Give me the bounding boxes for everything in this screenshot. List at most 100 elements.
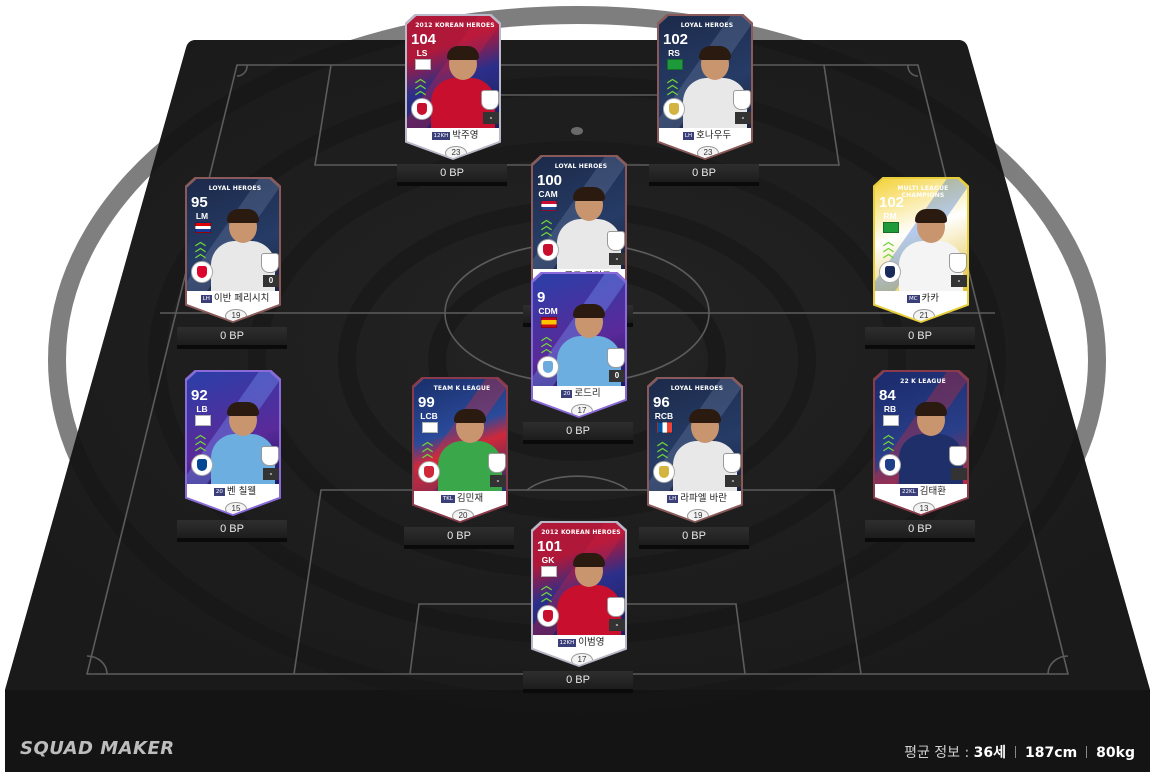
player-card-lcb[interactable]: TEAM K LEAGUE 99 LCB ︿ ︿ ︿ - TKL 김민재 20 0 B…: [404, 377, 514, 549]
footer-average-stats: 평균 정보 : 36세 187cm 80kg: [904, 742, 1135, 762]
player-name-row: LH 이반 페리시치: [187, 293, 279, 305]
card-season-title: 22 K LEAGUE: [900, 378, 946, 385]
bp-bar-shadow: [397, 182, 507, 186]
season-icon: LH: [667, 495, 679, 503]
position-label: GK: [541, 555, 555, 565]
player-name: 이범영: [578, 637, 605, 648]
upgrade-chevron-icon: ︿ ︿ ︿: [195, 428, 206, 453]
nation-flag-icon: [883, 415, 899, 426]
bp-value-bar: 0 BP: [865, 520, 975, 538]
overall-rating: 100: [537, 172, 563, 189]
bp-bar-shadow: [523, 689, 633, 693]
upgrade-chevron-icon: ︿ ︿ ︿: [883, 235, 894, 260]
national-team-badge-icon: [607, 231, 625, 251]
player-card-rb[interactable]: 22 K LEAGUE 84 RB ︿ ︿ ︿ 22KL 김태환 13 0 BP: [865, 370, 975, 542]
club-badge-icon: [653, 461, 675, 483]
season-icon: MC: [906, 295, 920, 303]
player-photo: 9 CDM ︿ ︿ ︿ 0: [533, 274, 625, 386]
average-weight: 80kg: [1096, 745, 1135, 761]
season-icon: LH: [200, 295, 212, 303]
upgrade-chevron-icon: ︿ ︿ ︿: [541, 579, 552, 604]
player-card-cdm[interactable]: 9 CDM ︿ ︿ ︿ 0 20 로드리 17 0 BP: [523, 272, 633, 444]
season-icon: TKL: [440, 495, 455, 503]
card-season-title: LOYAL HEROES: [670, 385, 724, 392]
nation-flag-icon: [667, 59, 683, 70]
player-card-gk[interactable]: 2012 KOREAN HEROES 101 GK ︿ ︿ ︿ - 12KH 이범영 …: [523, 521, 633, 693]
salary-badge: 21: [913, 309, 935, 321]
upgrade-chevron-icon: ︿ ︿ ︿: [422, 435, 433, 460]
enhance-level: -: [483, 112, 499, 124]
nation-flag-icon: [195, 415, 211, 426]
upgrade-chevron-icon: ︿ ︿ ︿: [415, 72, 426, 97]
bp-value-bar: 0 BP: [649, 164, 759, 182]
position-label: LM: [195, 211, 209, 221]
club-badge-icon: [191, 261, 213, 283]
season-icon: 20: [213, 488, 225, 496]
position-label: LB: [196, 404, 208, 414]
player-card-lm[interactable]: LOYAL HEROES 95 LM ︿ ︿ ︿ 0 LH 이반 페리시치 19 0 …: [177, 177, 287, 349]
national-team-badge-icon: [481, 90, 499, 110]
player-name-row: 12KH 이범영: [533, 637, 625, 649]
player-card-lb[interactable]: 92 LB ︿ ︿ ︿ - 20 벤 칠웰 15 0 BP: [177, 370, 287, 542]
club-badge-icon: [663, 98, 685, 120]
bp-value-bar: 0 BP: [177, 327, 287, 345]
nation-flag-icon: [415, 59, 431, 70]
enhance-level: 0: [609, 370, 625, 382]
player-name: 벤 칠웰: [226, 486, 257, 497]
card-season-title: 2012 KOREAN HEROES: [415, 22, 495, 29]
club-badge-icon: [411, 98, 433, 120]
player-photo: LOYAL HEROES 95 LM ︿ ︿ ︿ 0: [187, 179, 279, 291]
divider: [1015, 746, 1017, 758]
position-label: LS: [416, 48, 428, 58]
player-name: 호나우두: [696, 130, 732, 141]
national-team-badge-icon: [488, 453, 506, 473]
club-badge-icon: [537, 356, 559, 378]
player-name-row: 20 로드리: [533, 388, 625, 400]
salary-badge: 23: [697, 146, 719, 158]
salary-badge: 17: [571, 404, 593, 416]
player-photo: 2012 KOREAN HEROES 104 LS ︿ ︿ ︿ -: [407, 16, 499, 128]
salary-badge: 15: [225, 502, 247, 514]
card-season-title: LOYAL HEROES: [208, 185, 262, 192]
club-badge-icon: [191, 454, 213, 476]
overall-rating: 92: [191, 387, 208, 404]
nation-flag-icon: [541, 317, 557, 328]
salary-badge: 19: [687, 509, 709, 521]
card-season-title: LOYAL HEROES: [554, 163, 608, 170]
bp-value-bar: 0 BP: [523, 422, 633, 440]
player-card-rs[interactable]: LOYAL HEROES 102 RS ︿ ︿ ︿ - LH 호나우두 23 0 BP: [649, 14, 759, 186]
player-photo: LOYAL HEROES 96 RCB ︿ ︿ ︿ -: [649, 379, 741, 491]
national-team-badge-icon: [607, 348, 625, 368]
upgrade-chevron-icon: ︿ ︿ ︿: [883, 428, 894, 453]
salary-badge: 17: [571, 653, 593, 665]
player-photo: LOYAL HEROES 102 RS ︿ ︿ ︿ -: [659, 16, 751, 128]
bp-bar-shadow: [177, 345, 287, 349]
club-badge-icon: [537, 239, 559, 261]
bp-value-bar: 0 BP: [523, 671, 633, 689]
player-photo: MULTI LEAGUE CHAMPIONS 102 RM ︿ ︿ ︿ -: [875, 179, 967, 291]
player-card-rcb[interactable]: LOYAL HEROES 96 RCB ︿ ︿ ︿ - LH 라파엘 바란 19 0 …: [639, 377, 749, 549]
enhance-level: [951, 468, 967, 480]
player-card-rm[interactable]: MULTI LEAGUE CHAMPIONS 102 RM ︿ ︿ ︿ - MC 카카…: [865, 177, 975, 349]
bp-value-bar: 0 BP: [639, 527, 749, 545]
season-icon: 20: [561, 390, 573, 398]
overall-rating: 102: [879, 194, 905, 211]
card-season-title: 2012 KOREAN HEROES: [541, 529, 621, 536]
national-team-badge-icon: [733, 90, 751, 110]
season-icon: 12KH: [557, 639, 577, 647]
player-card-ls[interactable]: 2012 KOREAN HEROES 104 LS ︿ ︿ ︿ - 12KH 박주영 …: [397, 14, 507, 186]
player-name: 김태환: [919, 486, 946, 497]
player-name: 카카: [921, 293, 940, 304]
divider: [1086, 746, 1088, 758]
national-team-badge-icon: [261, 253, 279, 273]
bp-value-bar: 0 BP: [177, 520, 287, 538]
upgrade-chevron-icon: ︿ ︿ ︿: [541, 330, 552, 355]
player-name-row: LH 호나우두: [659, 130, 751, 142]
player-name: 로드리: [574, 388, 601, 399]
player-name-row: MC 카카: [875, 293, 967, 305]
enhance-level: -: [735, 112, 751, 124]
player-name-row: LH 라파엘 바란: [649, 493, 741, 505]
upgrade-chevron-icon: ︿ ︿ ︿: [657, 435, 668, 460]
salary-badge: 23: [445, 146, 467, 158]
upgrade-chevron-icon: ︿ ︿ ︿: [667, 72, 678, 97]
